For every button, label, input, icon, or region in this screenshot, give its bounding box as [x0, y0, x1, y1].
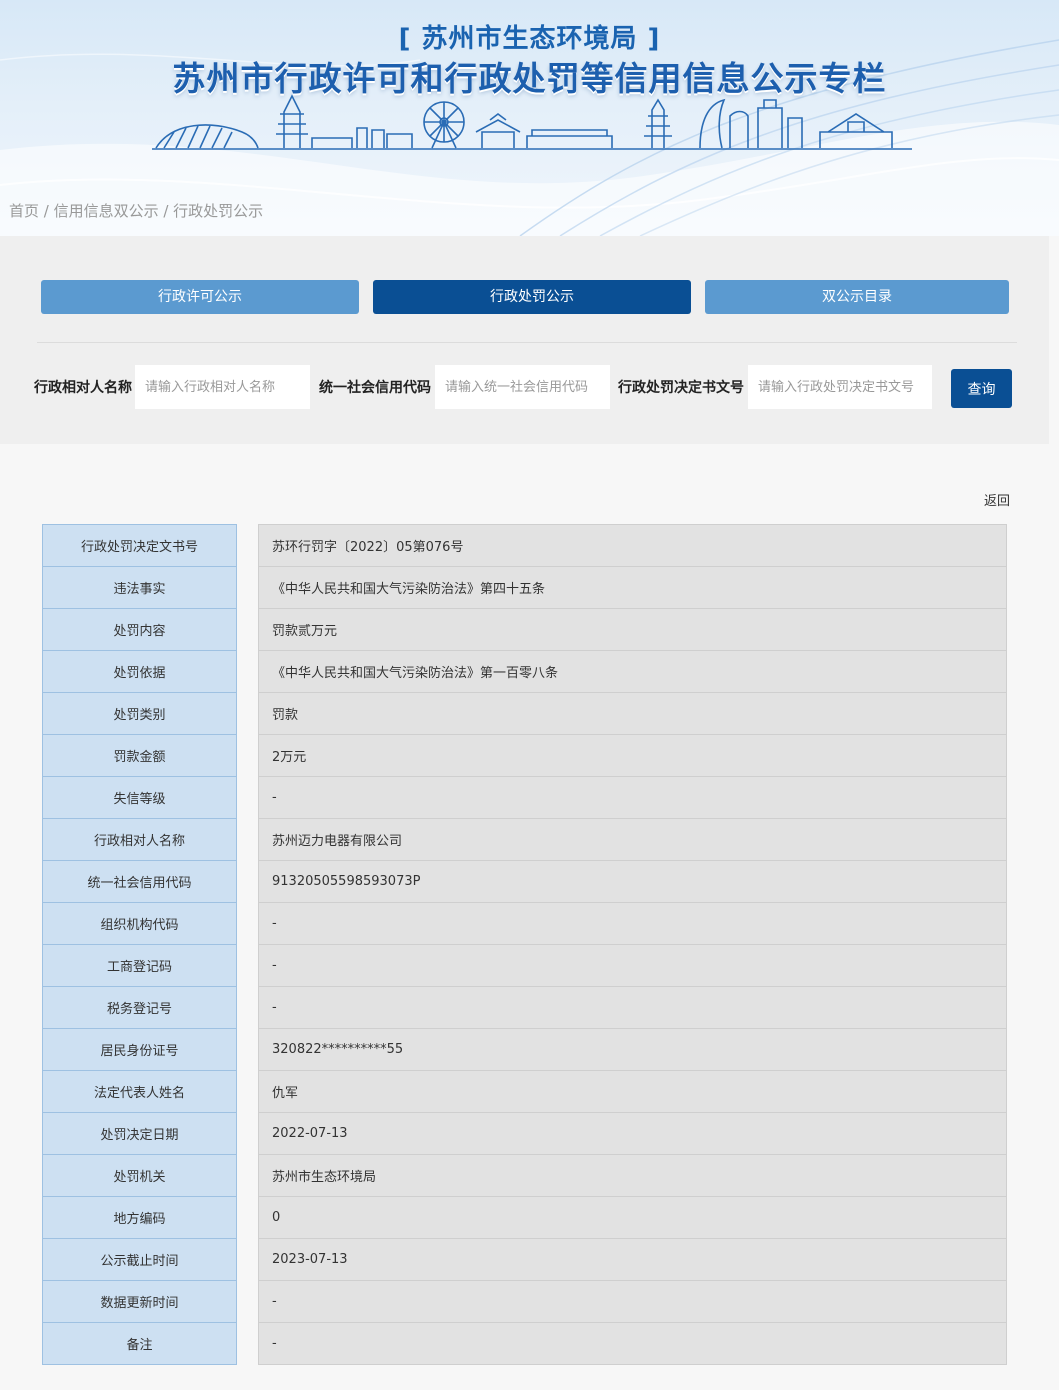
table-row: 数据更新时间 -	[42, 1280, 1007, 1323]
table-row: 组织机构代码 -	[42, 902, 1007, 945]
field-value: -	[258, 1322, 1007, 1365]
tab-admin-license[interactable]: 行政许可公示	[41, 280, 359, 314]
field-label: 备注	[42, 1322, 237, 1365]
column-gap	[236, 1238, 259, 1281]
column-gap	[236, 776, 259, 819]
column-gap	[236, 1280, 259, 1323]
field-value: 91320505598593073P	[258, 860, 1007, 903]
column-gap	[236, 818, 259, 861]
field-label: 行政处罚决定文书号	[42, 524, 237, 567]
header-banner: [ 苏州市生态环境局 ] 苏州市行政许可和行政处罚等信用信息公示专栏 首页 / …	[0, 0, 1059, 236]
field-value: 2万元	[258, 734, 1007, 777]
column-gap	[236, 524, 259, 567]
field-value: 2022-07-13	[258, 1112, 1007, 1155]
field-value: 罚款贰万元	[258, 608, 1007, 651]
party-name-input[interactable]	[135, 365, 310, 409]
table-row: 备注 -	[42, 1322, 1007, 1365]
field-value: 仇军	[258, 1070, 1007, 1113]
field-label: 法定代表人姓名	[42, 1070, 237, 1113]
field-value: -	[258, 944, 1007, 987]
credit-code-label: 统一社会信用代码	[319, 380, 431, 396]
field-value: 2023-07-13	[258, 1238, 1007, 1281]
field-value: -	[258, 902, 1007, 945]
detail-table: 行政处罚决定文书号 苏环行罚字〔2022〕05第076号 违法事实 《中华人民共和国大…	[42, 524, 1007, 1365]
breadcrumb: 首页 / 信用信息双公示 / 行政处罚公示	[9, 202, 264, 220]
table-row: 处罚内容 罚款贰万元	[42, 608, 1007, 651]
panel-divider	[37, 342, 1017, 343]
table-row: 工商登记码 -	[42, 944, 1007, 987]
field-label: 行政相对人名称	[42, 818, 237, 861]
table-row: 失信等级 -	[42, 776, 1007, 819]
search-panel: 行政许可公示 行政处罚公示 双公示目录 行政相对人名称 统一社会信用代码 行政处…	[0, 236, 1049, 444]
field-label: 处罚类别	[42, 692, 237, 735]
field-value: -	[258, 986, 1007, 1029]
organization-title: [ 苏州市生态环境局 ]	[398, 24, 661, 54]
field-label: 处罚决定日期	[42, 1112, 237, 1155]
table-row: 统一社会信用代码 91320505598593073P	[42, 860, 1007, 903]
table-row: 处罚决定日期 2022-07-13	[42, 1112, 1007, 1155]
table-row: 违法事实 《中华人民共和国大气污染防治法》第四十五条	[42, 566, 1007, 609]
field-label: 居民身份证号	[42, 1028, 237, 1071]
tab-dual-disclosure-catalog[interactable]: 双公示目录	[705, 280, 1009, 314]
field-label: 公示截止时间	[42, 1238, 237, 1281]
column-gap	[236, 944, 259, 987]
party-name-label: 行政相对人名称	[34, 380, 132, 396]
field-value: 苏州市生态环境局	[258, 1154, 1007, 1197]
query-button[interactable]: 查询	[951, 369, 1012, 408]
column-gap	[236, 986, 259, 1029]
table-row: 处罚依据 《中华人民共和国大气污染防治法》第一百零八条	[42, 650, 1007, 693]
column-gap	[236, 1028, 259, 1071]
column-gap	[236, 650, 259, 693]
column-gap	[236, 860, 259, 903]
city-skyline-icon	[152, 94, 912, 150]
column-gap	[236, 1112, 259, 1155]
table-row: 行政处罚决定文书号 苏环行罚字〔2022〕05第076号	[42, 524, 1007, 567]
field-label: 税务登记号	[42, 986, 237, 1029]
table-row: 处罚类别 罚款	[42, 692, 1007, 735]
column-gap	[236, 692, 259, 735]
decision-number-input[interactable]	[748, 365, 932, 409]
field-label: 处罚内容	[42, 608, 237, 651]
table-row: 地方编码 0	[42, 1196, 1007, 1239]
field-label: 违法事实	[42, 566, 237, 609]
table-row: 处罚机关 苏州市生态环境局	[42, 1154, 1007, 1197]
decision-number-label: 行政处罚决定书文号	[618, 380, 744, 396]
detail-section: 返回 行政处罚决定文书号 苏环行罚字〔2022〕05第076号 违法事实 《中华人民共…	[0, 462, 1059, 1390]
column-gap	[236, 1322, 259, 1365]
table-row: 公示截止时间 2023-07-13	[42, 1238, 1007, 1281]
field-label: 处罚机关	[42, 1154, 237, 1197]
field-label: 处罚依据	[42, 650, 237, 693]
column-gap	[236, 902, 259, 945]
field-label: 工商登记码	[42, 944, 237, 987]
tab-admin-penalty[interactable]: 行政处罚公示	[373, 280, 691, 314]
field-label: 失信等级	[42, 776, 237, 819]
credit-code-input[interactable]	[435, 365, 610, 409]
field-value: 苏环行罚字〔2022〕05第076号	[258, 524, 1007, 567]
field-value: 《中华人民共和国大气污染防治法》第四十五条	[258, 566, 1007, 609]
field-label: 地方编码	[42, 1196, 237, 1239]
field-value: -	[258, 776, 1007, 819]
table-row: 法定代表人姓名 仇军	[42, 1070, 1007, 1113]
table-row: 罚款金额 2万元	[42, 734, 1007, 777]
column-gap	[236, 566, 259, 609]
field-value: 《中华人民共和国大气污染防治法》第一百零八条	[258, 650, 1007, 693]
table-row: 行政相对人名称 苏州迈力电器有限公司	[42, 818, 1007, 861]
field-label: 统一社会信用代码	[42, 860, 237, 903]
field-label: 组织机构代码	[42, 902, 237, 945]
field-value: 罚款	[258, 692, 1007, 735]
field-value: -	[258, 1280, 1007, 1323]
field-label: 数据更新时间	[42, 1280, 237, 1323]
column-gap	[236, 1154, 259, 1197]
table-row: 税务登记号 -	[42, 986, 1007, 1029]
table-row: 居民身份证号 320822**********55	[42, 1028, 1007, 1071]
back-link[interactable]: 返回	[984, 490, 1010, 509]
column-gap	[236, 1070, 259, 1113]
field-value: 苏州迈力电器有限公司	[258, 818, 1007, 861]
field-label: 罚款金额	[42, 734, 237, 777]
column-gap	[236, 608, 259, 651]
column-gap	[236, 734, 259, 777]
column-gap	[236, 1196, 259, 1239]
field-value: 320822**********55	[258, 1028, 1007, 1071]
field-value: 0	[258, 1196, 1007, 1239]
